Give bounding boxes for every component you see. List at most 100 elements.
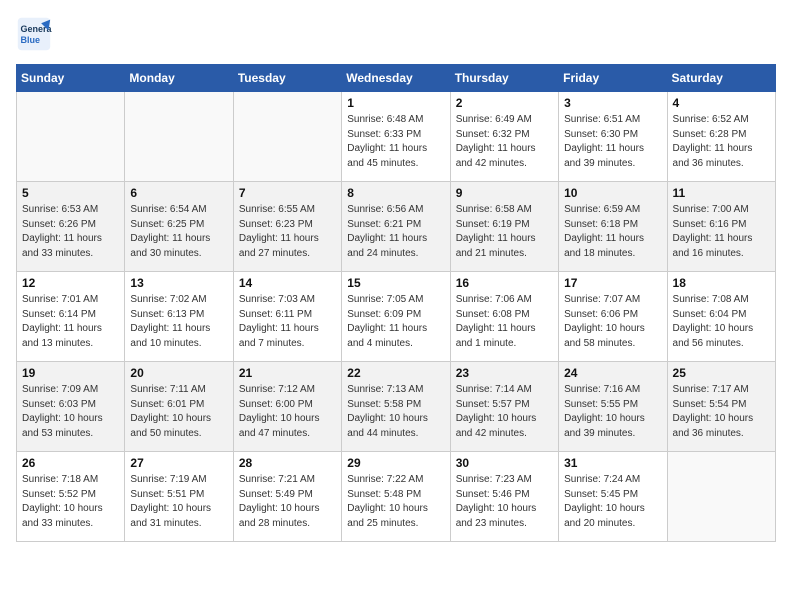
day-cell: 22Sunrise: 7:13 AM Sunset: 5:58 PM Dayli… [342, 362, 450, 452]
day-detail: Sunrise: 6:55 AM Sunset: 6:23 PM Dayligh… [239, 203, 336, 261]
day-cell [125, 92, 233, 182]
day-number: 26 [22, 456, 119, 470]
day-number: 2 [456, 96, 553, 110]
day-cell: 19Sunrise: 7:09 AM Sunset: 6:03 PM Dayli… [17, 362, 125, 452]
day-detail: Sunrise: 7:09 AM Sunset: 6:03 PM Dayligh… [22, 383, 119, 441]
day-detail: Sunrise: 7:23 AM Sunset: 5:46 PM Dayligh… [456, 473, 553, 531]
day-detail: Sunrise: 7:17 AM Sunset: 5:54 PM Dayligh… [673, 383, 770, 441]
day-detail: Sunrise: 6:48 AM Sunset: 6:33 PM Dayligh… [347, 113, 444, 171]
day-cell [17, 92, 125, 182]
day-number: 3 [564, 96, 661, 110]
day-detail: Sunrise: 7:18 AM Sunset: 5:52 PM Dayligh… [22, 473, 119, 531]
day-cell: 24 Sunrise: 7:16 AM Sunset: 5:55 PM Dayli… [559, 362, 667, 452]
day-detail: Sunrise: 7:05 AM Sunset: 6:09 PM Dayligh… [347, 293, 444, 351]
day-detail: Sunrise: 7:08 AM Sunset: 6:04 PM Dayligh… [673, 293, 770, 351]
col-header-wednesday: Wednesday [342, 65, 450, 92]
calendar-table: SundayMondayTuesdayWednesdayThursdayFrid… [16, 64, 776, 542]
day-cell: 27Sunrise: 7:19 AM Sunset: 5:51 PM Dayli… [125, 452, 233, 542]
svg-text:Blue: Blue [21, 35, 41, 45]
col-header-monday: Monday [125, 65, 233, 92]
week-row-5: 26 Sunrise: 7:18 AM Sunset: 5:52 PM Dayli… [17, 452, 776, 542]
day-number: 29 [347, 456, 444, 470]
day-cell: 13 Sunrise: 7:02 AM Sunset: 6:13 PM Dayli… [125, 272, 233, 362]
day-number: 23 [456, 366, 553, 380]
day-detail: Sunrise: 6:51 AM Sunset: 6:30 PM Dayligh… [564, 113, 661, 171]
day-cell: 28 Sunrise: 7:21 AM Sunset: 5:49 PM Dayli… [233, 452, 341, 542]
col-header-sunday: Sunday [17, 65, 125, 92]
week-row-4: 19Sunrise: 7:09 AM Sunset: 6:03 PM Dayli… [17, 362, 776, 452]
header-row: SundayMondayTuesdayWednesdayThursdayFrid… [17, 65, 776, 92]
day-detail: Sunrise: 7:07 AM Sunset: 6:06 PM Dayligh… [564, 293, 661, 351]
day-number: 13 [130, 276, 227, 290]
day-detail: Sunrise: 7:24 AM Sunset: 5:45 PM Dayligh… [564, 473, 661, 531]
day-number: 14 [239, 276, 336, 290]
day-cell: 26 Sunrise: 7:18 AM Sunset: 5:52 PM Dayli… [17, 452, 125, 542]
day-number: 20 [130, 366, 227, 380]
day-number: 1 [347, 96, 444, 110]
day-detail: Sunrise: 7:03 AM Sunset: 6:11 PM Dayligh… [239, 293, 336, 351]
day-number: 8 [347, 186, 444, 200]
week-row-1: 1 Sunrise: 6:48 AM Sunset: 6:33 PM Daylig… [17, 92, 776, 182]
day-detail: Sunrise: 7:22 AM Sunset: 5:48 PM Dayligh… [347, 473, 444, 531]
day-cell: 12Sunrise: 7:01 AM Sunset: 6:14 PM Dayli… [17, 272, 125, 362]
day-cell [667, 452, 775, 542]
week-row-2: 5 Sunrise: 6:53 AM Sunset: 6:26 PM Daylig… [17, 182, 776, 272]
day-cell: 1 Sunrise: 6:48 AM Sunset: 6:33 PM Daylig… [342, 92, 450, 182]
day-number: 25 [673, 366, 770, 380]
day-cell: 23 Sunrise: 7:14 AM Sunset: 5:57 PM Dayli… [450, 362, 558, 452]
day-number: 4 [673, 96, 770, 110]
day-detail: Sunrise: 6:53 AM Sunset: 6:26 PM Dayligh… [22, 203, 119, 261]
day-cell: 10Sunrise: 6:59 AM Sunset: 6:18 PM Dayli… [559, 182, 667, 272]
day-detail: Sunrise: 6:56 AM Sunset: 6:21 PM Dayligh… [347, 203, 444, 261]
day-cell: 5 Sunrise: 6:53 AM Sunset: 6:26 PM Daylig… [17, 182, 125, 272]
day-detail: Sunrise: 7:11 AM Sunset: 6:01 PM Dayligh… [130, 383, 227, 441]
day-detail: Sunrise: 7:06 AM Sunset: 6:08 PM Dayligh… [456, 293, 553, 351]
col-header-friday: Friday [559, 65, 667, 92]
day-number: 10 [564, 186, 661, 200]
col-header-saturday: Saturday [667, 65, 775, 92]
day-number: 5 [22, 186, 119, 200]
day-detail: Sunrise: 7:16 AM Sunset: 5:55 PM Dayligh… [564, 383, 661, 441]
day-cell: 18 Sunrise: 7:08 AM Sunset: 6:04 PM Dayli… [667, 272, 775, 362]
day-cell: 29 Sunrise: 7:22 AM Sunset: 5:48 PM Dayli… [342, 452, 450, 542]
day-cell [233, 92, 341, 182]
week-row-3: 12Sunrise: 7:01 AM Sunset: 6:14 PM Dayli… [17, 272, 776, 362]
day-number: 21 [239, 366, 336, 380]
day-detail: Sunrise: 7:00 AM Sunset: 6:16 PM Dayligh… [673, 203, 770, 261]
day-cell: 15 Sunrise: 7:05 AM Sunset: 6:09 PM Dayli… [342, 272, 450, 362]
day-number: 31 [564, 456, 661, 470]
day-cell: 4 Sunrise: 6:52 AM Sunset: 6:28 PM Daylig… [667, 92, 775, 182]
day-detail: Sunrise: 7:01 AM Sunset: 6:14 PM Dayligh… [22, 293, 119, 351]
day-detail: Sunrise: 7:02 AM Sunset: 6:13 PM Dayligh… [130, 293, 227, 351]
day-detail: Sunrise: 6:49 AM Sunset: 6:32 PM Dayligh… [456, 113, 553, 171]
day-number: 24 [564, 366, 661, 380]
day-number: 9 [456, 186, 553, 200]
day-number: 15 [347, 276, 444, 290]
day-number: 6 [130, 186, 227, 200]
day-number: 28 [239, 456, 336, 470]
day-number: 17 [564, 276, 661, 290]
day-cell: 31 Sunrise: 7:24 AM Sunset: 5:45 PM Dayli… [559, 452, 667, 542]
day-detail: Sunrise: 7:14 AM Sunset: 5:57 PM Dayligh… [456, 383, 553, 441]
day-cell: 11 Sunrise: 7:00 AM Sunset: 6:16 PM Dayli… [667, 182, 775, 272]
day-detail: Sunrise: 6:58 AM Sunset: 6:19 PM Dayligh… [456, 203, 553, 261]
day-cell: 6 Sunrise: 6:54 AM Sunset: 6:25 PM Daylig… [125, 182, 233, 272]
logo: General Blue [16, 16, 52, 52]
day-cell: 14 Sunrise: 7:03 AM Sunset: 6:11 PM Dayli… [233, 272, 341, 362]
day-detail: Sunrise: 7:19 AM Sunset: 5:51 PM Dayligh… [130, 473, 227, 531]
day-number: 18 [673, 276, 770, 290]
day-detail: Sunrise: 6:52 AM Sunset: 6:28 PM Dayligh… [673, 113, 770, 171]
day-cell: 21Sunrise: 7:12 AM Sunset: 6:00 PM Dayli… [233, 362, 341, 452]
day-cell: 20 Sunrise: 7:11 AM Sunset: 6:01 PM Dayli… [125, 362, 233, 452]
day-number: 30 [456, 456, 553, 470]
day-cell: 8 Sunrise: 6:56 AM Sunset: 6:21 PM Daylig… [342, 182, 450, 272]
day-detail: Sunrise: 7:21 AM Sunset: 5:49 PM Dayligh… [239, 473, 336, 531]
day-number: 7 [239, 186, 336, 200]
day-number: 16 [456, 276, 553, 290]
logo-icon: General Blue [16, 16, 52, 52]
day-cell: 3 Sunrise: 6:51 AM Sunset: 6:30 PM Daylig… [559, 92, 667, 182]
day-cell: 25 Sunrise: 7:17 AM Sunset: 5:54 PM Dayli… [667, 362, 775, 452]
day-detail: Sunrise: 6:54 AM Sunset: 6:25 PM Dayligh… [130, 203, 227, 261]
day-number: 11 [673, 186, 770, 200]
day-cell: 30 Sunrise: 7:23 AM Sunset: 5:46 PM Dayli… [450, 452, 558, 542]
